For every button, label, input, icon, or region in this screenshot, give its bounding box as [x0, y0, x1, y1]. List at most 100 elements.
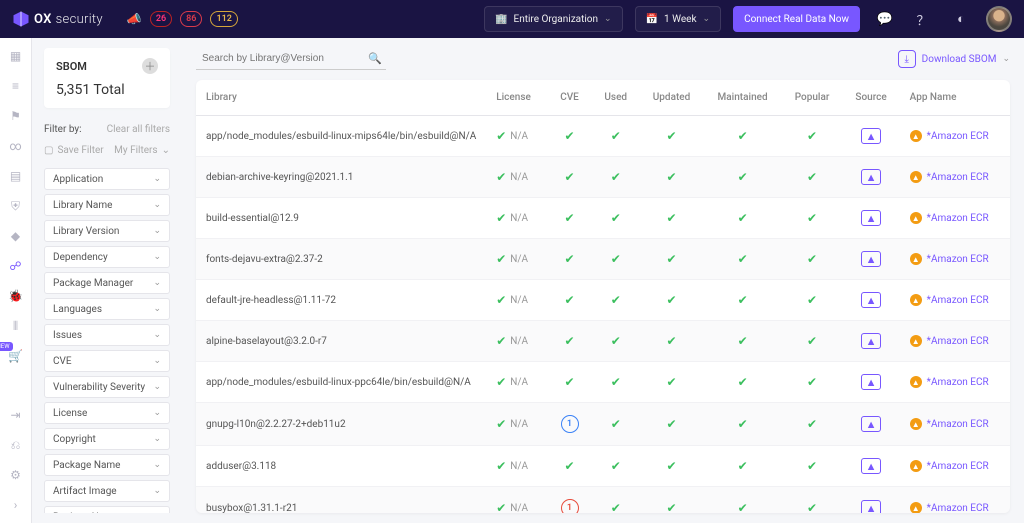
check-icon: ✔ [807, 334, 817, 348]
app-icon: ▲ [910, 130, 922, 142]
brand-logo[interactable]: OXsecurity [12, 10, 103, 28]
main-content: 🔍 ⤓ Download SBOM ⌄ Library License CVE … [182, 38, 1024, 523]
save-filter-button[interactable]: ▢ Save Filter [44, 145, 104, 156]
nav-bug-icon[interactable]: 🐞 [8, 288, 24, 304]
filter-vulnerability-severity[interactable]: Vulnerability Severity⌄ [44, 376, 170, 398]
col-license[interactable]: License [486, 80, 547, 116]
used-cell: ✔ [592, 157, 640, 198]
check-icon: ✔ [564, 375, 574, 389]
filter-copyright[interactable]: Copyright⌄ [44, 428, 170, 450]
popular-cell: ✔ [782, 198, 843, 239]
nav-expand-icon[interactable]: › [8, 497, 24, 513]
chevron-down-icon: ⌄ [153, 382, 161, 392]
col-app[interactable]: App Name [900, 80, 1010, 116]
table-row[interactable]: adduser@3.118 ✔ N/A ✔ ✔ ✔ ✔ ✔ ▲ ▲*Amazon… [196, 446, 1010, 487]
add-sbom-button[interactable]: ＋ [142, 58, 158, 74]
nav-list-icon[interactable]: ≡ [8, 78, 24, 94]
nav-barcode-icon[interactable]: ⦀ [8, 318, 24, 334]
pill-medium[interactable]: 112 [210, 11, 237, 27]
filter-cve[interactable]: CVE⌄ [44, 350, 170, 372]
pill-critical[interactable]: 26 [150, 11, 172, 27]
check-icon: ✔ [738, 129, 748, 143]
download-label: Download SBOM [922, 54, 997, 65]
table-row[interactable]: alpine-baselayout@3.2.0-r7 ✔ N/A ✔ ✔ ✔ ✔… [196, 321, 1010, 362]
filter-package-name[interactable]: Package Name⌄ [44, 454, 170, 476]
nav-link-icon[interactable]: ∞ [8, 138, 24, 154]
search-input[interactable] [200, 52, 360, 65]
source-cell: ▲ [843, 157, 900, 198]
check-icon: ✔ [667, 170, 677, 184]
nav-sbom-icon[interactable]: ☍ [8, 258, 24, 274]
nav-settings-icon[interactable]: ◆ [8, 228, 24, 244]
table-row[interactable]: gnupg-l10n@2.2.27-2+deb11u2 ✔ N/A 1 ✔ ✔ … [196, 403, 1010, 446]
filter-library-name[interactable]: Library Name⌄ [44, 194, 170, 216]
cve-cell: ✔ [547, 198, 592, 239]
table-row[interactable]: app/node_modules/esbuild-linux-mips64le/… [196, 116, 1010, 157]
cve-badge[interactable]: 1 [561, 415, 579, 433]
chevron-down-icon: ⌄ [153, 304, 161, 314]
my-filters-button[interactable]: My Filters ⌄ [114, 145, 170, 156]
check-icon: ✔ [667, 293, 677, 307]
org-selector[interactable]: 🏢 Entire Organization ⌄ [484, 6, 623, 32]
library-cell: alpine-baselayout@3.2.0-r7 [196, 321, 486, 362]
megaphone-icon[interactable]: 📣 [127, 12, 142, 26]
popular-cell: ✔ [782, 157, 843, 198]
cve-badge[interactable]: 1 [561, 499, 579, 513]
chat-icon[interactable]: 💬 [872, 6, 898, 32]
download-sbom-button[interactable]: ⤓ Download SBOM ⌄ [898, 50, 1010, 68]
table-row[interactable]: default-jre-headless@1.11-72 ✔ N/A ✔ ✔ ✔… [196, 280, 1010, 321]
filter-license[interactable]: License⌄ [44, 402, 170, 424]
filter-registry-name[interactable]: Registry Name⌄ [44, 506, 170, 513]
table-row[interactable]: fonts-dejavu-extra@2.37-2 ✔ N/A ✔ ✔ ✔ ✔ … [196, 239, 1010, 280]
nav-dashboard-icon[interactable]: ▦ [8, 48, 24, 64]
col-cve[interactable]: CVE [547, 80, 592, 116]
col-popular[interactable]: Popular [782, 80, 843, 116]
nav-flow-icon[interactable]: ⎌ [8, 437, 24, 453]
filter-dependency[interactable]: Dependency⌄ [44, 246, 170, 268]
library-search[interactable]: 🔍 [196, 48, 386, 70]
source-icon: ▲ [866, 171, 877, 184]
app-cell: ▲*Amazon ECR [900, 157, 1010, 198]
filter-application[interactable]: Application⌄ [44, 168, 170, 190]
filter-artifact-image[interactable]: Artifact Image⌄ [44, 480, 170, 502]
connect-real-data-button[interactable]: Connect Real Data Now [733, 6, 860, 32]
table-row[interactable]: app/node_modules/esbuild-linux-ppc64le/b… [196, 362, 1010, 403]
filter-issues[interactable]: Issues⌄ [44, 324, 170, 346]
filter-package-manager[interactable]: Package Manager⌄ [44, 272, 170, 294]
filter-panel: SBOM ＋ 5,351 Total Filter by: Clear all … [32, 38, 182, 523]
table-row[interactable]: debian-archive-keyring@2021.1.1 ✔ N/A ✔ … [196, 157, 1010, 198]
nav-gear-icon[interactable]: ⚙ [8, 467, 24, 483]
filter-languages[interactable]: Languages⌄ [44, 298, 170, 320]
col-library[interactable]: Library [196, 80, 486, 116]
pill-high[interactable]: 86 [180, 11, 202, 27]
sbom-summary-card: SBOM ＋ 5,351 Total [44, 48, 170, 108]
app-cell: ▲*Amazon ECR [900, 198, 1010, 239]
daterange-selector[interactable]: 📅 1 Week ⌄ [635, 6, 722, 32]
darkmode-icon[interactable]: ◐ [948, 6, 974, 32]
col-source[interactable]: Source [843, 80, 900, 116]
app-icon: ▲ [910, 460, 922, 472]
used-cell: ✔ [592, 446, 640, 487]
nav-alert-icon[interactable]: ⚑ [8, 108, 24, 124]
org-label: Entire Organization [514, 14, 599, 25]
check-icon: ✔ [667, 459, 677, 473]
table-row[interactable]: build-essential@12.9 ✔ N/A ✔ ✔ ✔ ✔ ✔ ▲ ▲… [196, 198, 1010, 239]
nav-indent-icon[interactable]: ⇥ [8, 407, 24, 423]
user-avatar[interactable] [986, 6, 1012, 32]
clear-all-filters[interactable]: Clear all filters [107, 124, 170, 135]
check-icon: ✔ [496, 334, 506, 348]
col-maintained[interactable]: Maintained [704, 80, 782, 116]
nav-apps-icon[interactable]: ▤ [8, 168, 24, 184]
nav-shield-icon[interactable]: ⛨ [8, 198, 24, 214]
filter-library-version[interactable]: Library Version⌄ [44, 220, 170, 242]
source-cell: ▲ [843, 362, 900, 403]
col-used[interactable]: Used [592, 80, 640, 116]
col-updated[interactable]: Updated [640, 80, 704, 116]
help-icon[interactable]: ？ [910, 6, 936, 32]
nav-new-icon[interactable]: 🛒NEW [8, 348, 24, 364]
license-cell: ✔ N/A [486, 321, 547, 362]
library-cell: build-essential@12.9 [196, 198, 486, 239]
table-row[interactable]: busybox@1.31.1-r21 ✔ N/A 1 ✔ ✔ ✔ ✔ ▲ ▲*A… [196, 487, 1010, 514]
app-cell: ▲*Amazon ECR [900, 239, 1010, 280]
source-icon: ▲ [866, 376, 877, 389]
